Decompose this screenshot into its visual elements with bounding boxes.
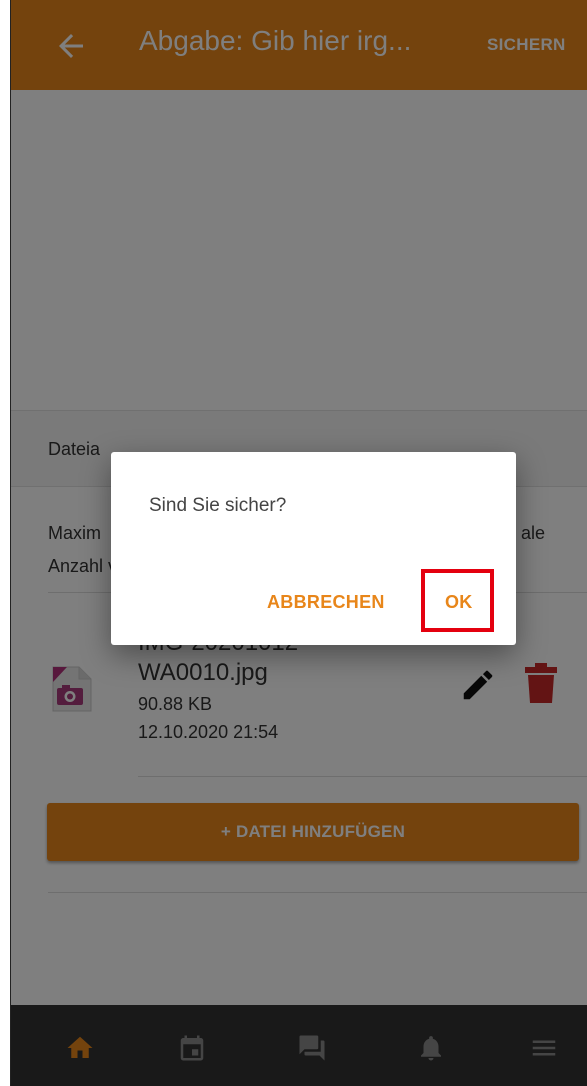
dialog-message: Sind Sie sicher?: [149, 495, 287, 516]
app-screen: Abgabe: Gib hier irg... SICHERN Dateia M…: [10, 0, 587, 1086]
ok-highlight-box: [421, 569, 494, 632]
cancel-button[interactable]: ABBRECHEN: [267, 592, 385, 613]
